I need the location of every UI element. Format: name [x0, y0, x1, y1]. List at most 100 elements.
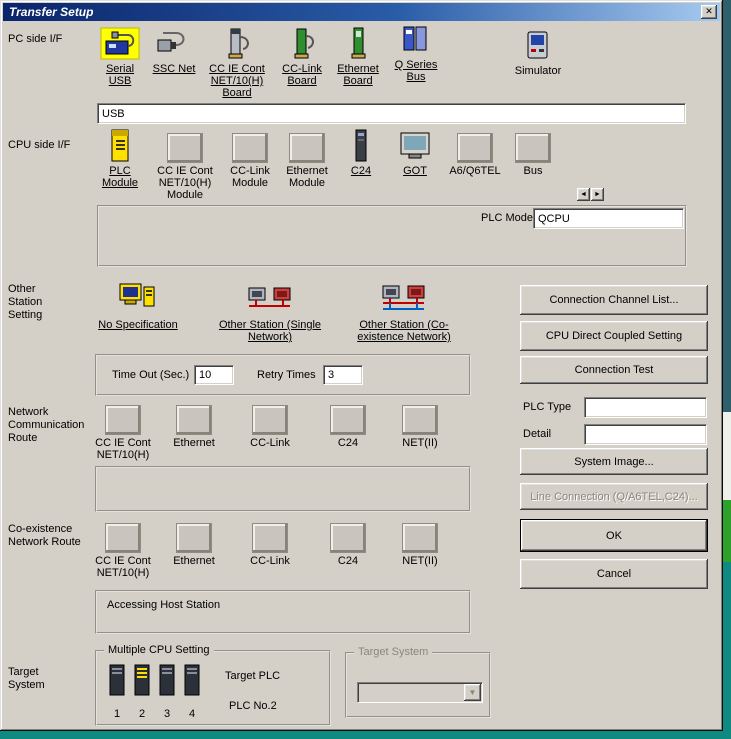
network-route-cc-ie-cont[interactable]: CC IE Cont NET/10(H): [90, 398, 156, 461]
connection-test-button[interactable]: Connection Test: [520, 356, 708, 384]
c24-icon: [338, 126, 384, 163]
other-station-single-network-label: Other Station (Single Network): [214, 319, 326, 343]
other-station-single-network-icon: [214, 280, 326, 317]
pc-if-ethernet-board-label: Ethernet Board: [330, 63, 386, 87]
timeout-label: Time Out (Sec.): [112, 369, 189, 382]
ok-button[interactable]: OK: [520, 519, 708, 552]
network-route-ethernet[interactable]: Ethernet: [162, 398, 226, 449]
pc-if-cc-ie-cont-board[interactable]: CC IE Cont NET/10(H) Board: [202, 24, 272, 99]
cpu-if-got-label: GOT: [390, 165, 440, 177]
network-route-netii[interactable]: NET(II): [388, 398, 452, 449]
a6-q6tel-icon: [444, 126, 506, 163]
plc-mode-label: PLC Mode: [481, 212, 533, 225]
network-c24-label: C24: [316, 437, 380, 449]
network-netii-label: NET(II): [388, 437, 452, 449]
coexistence-status-box: Accessing Host Station: [95, 590, 471, 634]
cc-ie-cont-module-icon: [148, 126, 222, 163]
scroll-left-button[interactable]: ◄: [577, 188, 590, 201]
window-title: Transfer Setup: [9, 5, 701, 19]
cancel-button[interactable]: Cancel: [520, 559, 708, 589]
pc-if-q-series-bus-label: Q Series Bus: [388, 59, 444, 83]
desktop-strip-white: [723, 412, 731, 500]
dropdown-arrow-icon: ▼: [464, 684, 481, 701]
cpu-slot-4-number: 4: [185, 708, 199, 720]
plc-type-field[interactable]: [584, 397, 707, 418]
cpu-slot-1[interactable]: [109, 664, 125, 699]
cpu-if-c24[interactable]: C24: [338, 126, 384, 177]
target-plc-label: Target PLC: [225, 670, 280, 683]
network-c24-icon: [316, 398, 380, 435]
other-station-coexistence-network[interactable]: Other Station (Co-existence Network): [340, 280, 468, 343]
network-netii-icon: [388, 398, 452, 435]
ethernet-board-icon: [330, 24, 386, 61]
pc-if-cc-link-board[interactable]: CC-Link Board: [274, 24, 330, 87]
pc-interface-value-field[interactable]: [97, 103, 686, 124]
section-label-target-system: Target System: [8, 666, 58, 692]
simulator-icon: [508, 26, 568, 63]
pc-if-serial-usb[interactable]: Serial USB: [96, 24, 144, 87]
coexistence-route-cc-link[interactable]: CC-Link: [238, 516, 302, 567]
coexistence-cc-ie-cont-label: CC IE Cont NET/10(H): [90, 555, 156, 579]
coexistence-route-ethernet[interactable]: Ethernet: [162, 516, 226, 567]
other-station-no-specification[interactable]: No Specification: [86, 280, 190, 331]
cpu-slot-1-number: 1: [110, 708, 124, 720]
retry-times-field[interactable]: [323, 365, 363, 385]
cpu-direct-coupled-setting-button[interactable]: CPU Direct Coupled Setting: [520, 321, 708, 351]
desktop-strip-dark: [723, 0, 731, 412]
coexistence-route-cc-ie-cont[interactable]: CC IE Cont NET/10(H): [90, 516, 156, 579]
plc-mode-field[interactable]: [533, 208, 684, 229]
cpu-if-cc-ie-cont-module-label: CC IE Cont NET/10(H) Module: [148, 165, 222, 201]
pc-if-q-series-bus[interactable]: Q Series Bus: [388, 20, 444, 83]
coexistence-netii-label: NET(II): [388, 555, 452, 567]
cpu-slot-3[interactable]: [159, 664, 175, 699]
pc-if-serial-usb-label: Serial USB: [96, 63, 144, 87]
network-cc-ie-cont-label: CC IE Cont NET/10(H): [90, 437, 156, 461]
pc-if-ssc-net[interactable]: SSC Net: [152, 24, 196, 75]
cc-link-module-icon: [222, 126, 278, 163]
cpu-if-plc-module-label: PLC Module: [96, 165, 144, 189]
cpu-if-ethernet-module[interactable]: Ethernet Module: [278, 126, 336, 189]
timeout-field[interactable]: [194, 365, 234, 385]
coexistence-ethernet-icon: [162, 516, 226, 553]
cpu-if-a6-q6tel[interactable]: A6/Q6TEL: [444, 126, 506, 177]
network-route-cc-link[interactable]: CC-Link: [238, 398, 302, 449]
cpu-if-cc-link-module[interactable]: CC-Link Module: [222, 126, 278, 189]
section-label-pc-side: PC side I/F: [8, 33, 90, 46]
cpu-if-cc-ie-cont-module[interactable]: CC IE Cont NET/10(H) Module: [148, 126, 222, 201]
line-connection-button[interactable]: Line Connection (Q/A6TEL,C24)...: [520, 483, 708, 510]
plc-module-icon: [96, 126, 144, 163]
system-image-button[interactable]: System Image...: [520, 448, 708, 475]
ssc-net-icon: [152, 24, 196, 61]
coexistence-netii-icon: [388, 516, 452, 553]
cpu-slot-3-number: 3: [160, 708, 174, 720]
detail-field[interactable]: [584, 424, 707, 445]
multiple-cpu-setting-group: Multiple CPU Setting: [95, 650, 331, 726]
cpu-if-a6-q6tel-label: A6/Q6TEL: [444, 165, 506, 177]
cpu-slot-2[interactable]: [134, 664, 150, 699]
pc-if-ethernet-board[interactable]: Ethernet Board: [330, 24, 386, 87]
cpu-slot-4[interactable]: [184, 664, 200, 699]
network-cc-ie-cont-icon: [90, 398, 156, 435]
cpu-if-got[interactable]: GOT: [390, 126, 440, 177]
other-station-single-network[interactable]: Other Station (Single Network): [214, 280, 326, 343]
coexistence-route-c24[interactable]: C24: [316, 516, 380, 567]
cpu-if-c24-label: C24: [338, 165, 384, 177]
cpu-if-bus[interactable]: Bus: [510, 126, 556, 177]
plc-type-label: PLC Type: [523, 401, 571, 414]
pc-if-simulator[interactable]: Simulator: [508, 26, 568, 77]
line-connection-label: Line Connection (Q/A6TEL,C24)...: [530, 491, 698, 503]
cc-link-board-icon: [274, 24, 330, 61]
pc-if-simulator-label: Simulator: [508, 65, 568, 77]
scroll-right-button[interactable]: ►: [591, 188, 604, 201]
cpu-if-plc-module[interactable]: PLC Module: [96, 126, 144, 189]
coexistence-route-netii[interactable]: NET(II): [388, 516, 452, 567]
close-button[interactable]: ✕: [701, 5, 717, 19]
coexistence-c24-icon: [316, 516, 380, 553]
network-route-c24[interactable]: C24: [316, 398, 380, 449]
scroll-right-icon: ►: [594, 191, 601, 198]
bus-icon: [510, 126, 556, 163]
other-station-no-specification-label: No Specification: [86, 319, 190, 331]
target-system-dropdown[interactable]: ▼: [357, 682, 483, 703]
section-label-cpu-side: CPU side I/F: [8, 139, 90, 152]
connection-channel-list-button[interactable]: Connection Channel List...: [520, 285, 708, 315]
